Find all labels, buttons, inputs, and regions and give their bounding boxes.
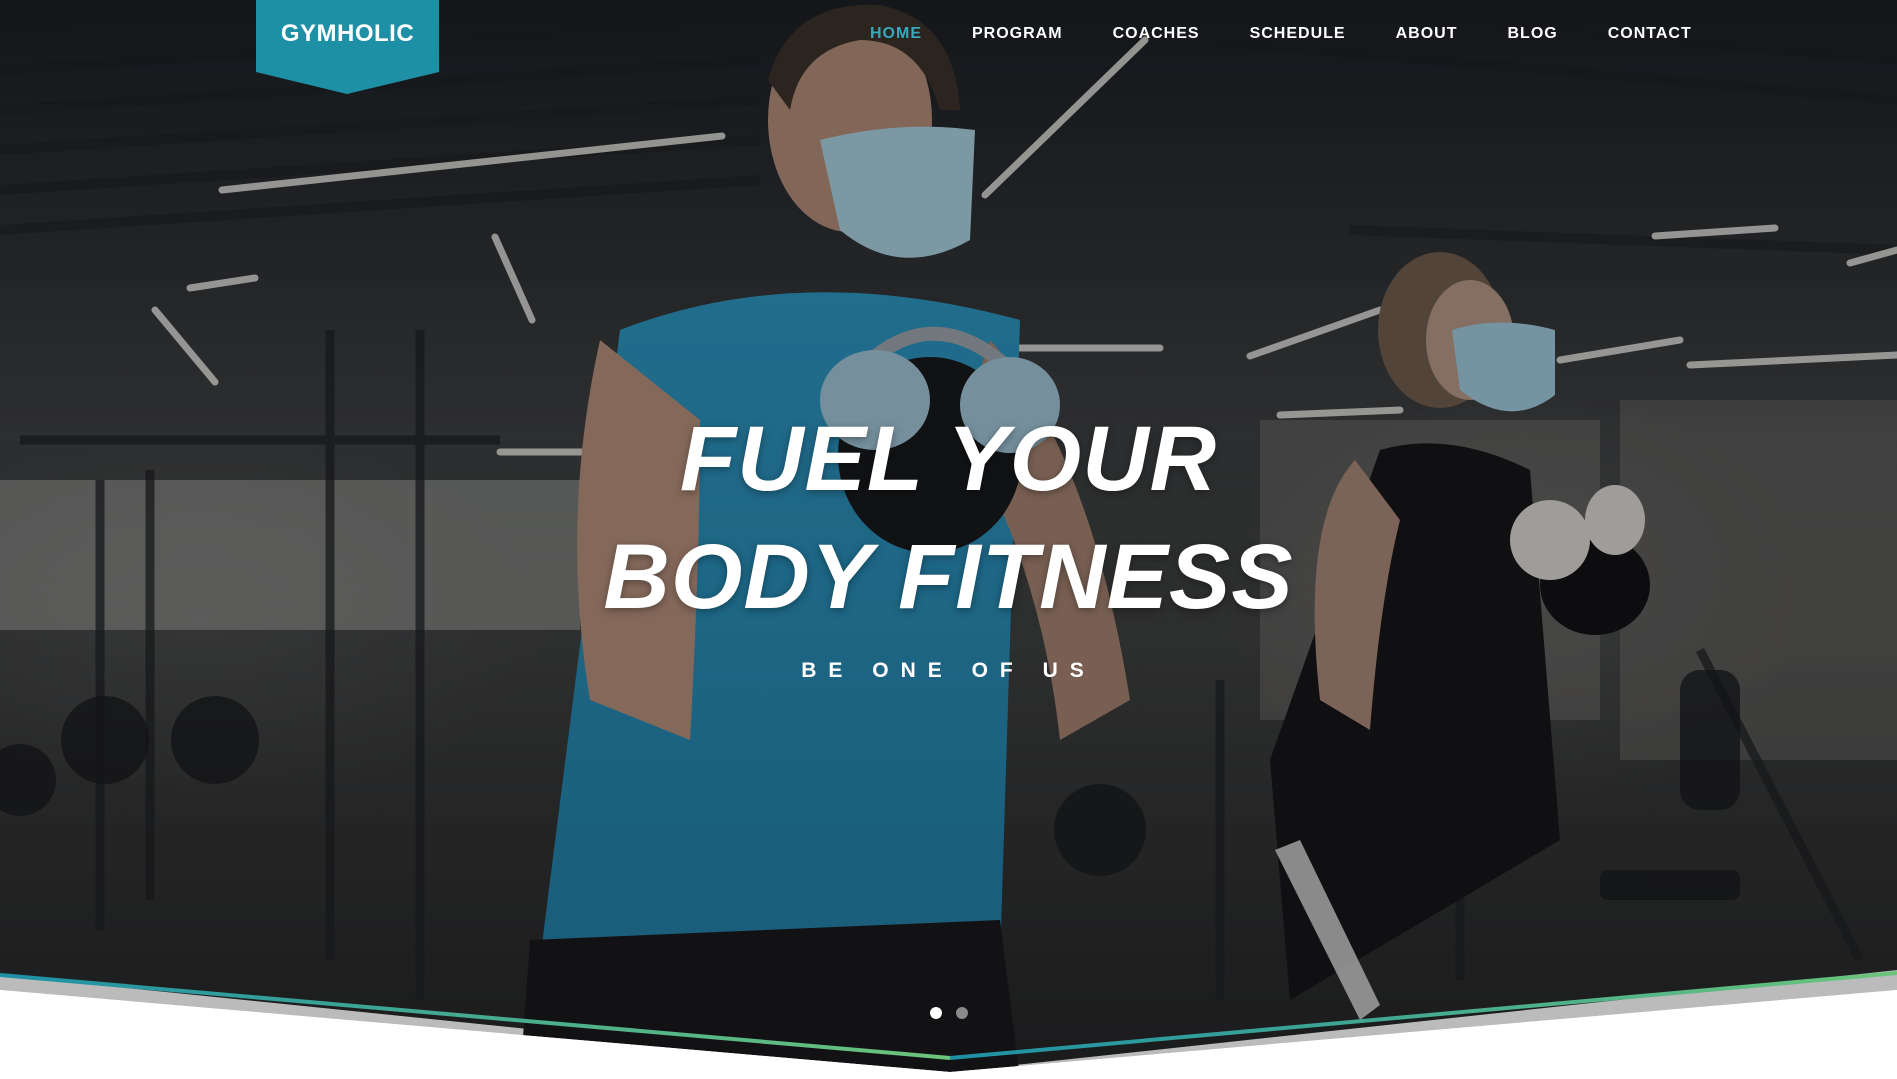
hero-headline: FUEL YOUR BODY FITNESS [0,400,1897,636]
nav-link-blog[interactable]: BLOG [1507,25,1557,45]
nav-link-home[interactable]: HOME [870,25,922,45]
nav-link-schedule[interactable]: SCHEDULE [1250,25,1346,45]
hero-headline-line-1: FUEL YOUR [679,408,1218,510]
slider-pagination [930,1007,968,1019]
nav-link-coaches[interactable]: COACHES [1113,25,1200,45]
hero-tagline: BE ONE OF US [801,659,1096,682]
hero-section: GYMHOLIC HOME PROGRAM COACHES SCHEDULE A… [0,0,1897,1079]
slider-dot-1[interactable] [930,1007,942,1019]
nav-link-program[interactable]: PROGRAM [972,25,1063,45]
nav-link-contact[interactable]: CONTACT [1608,25,1692,45]
logo-text: GYMHOLIC [280,20,415,47]
main-navigation: HOME PROGRAM COACHES SCHEDULE ABOUT BLOG… [870,25,1742,45]
hero-headline-line-2: BODY FITNESS [603,526,1294,628]
slider-dot-2[interactable] [956,1007,968,1019]
nav-link-about[interactable]: ABOUT [1396,25,1458,45]
